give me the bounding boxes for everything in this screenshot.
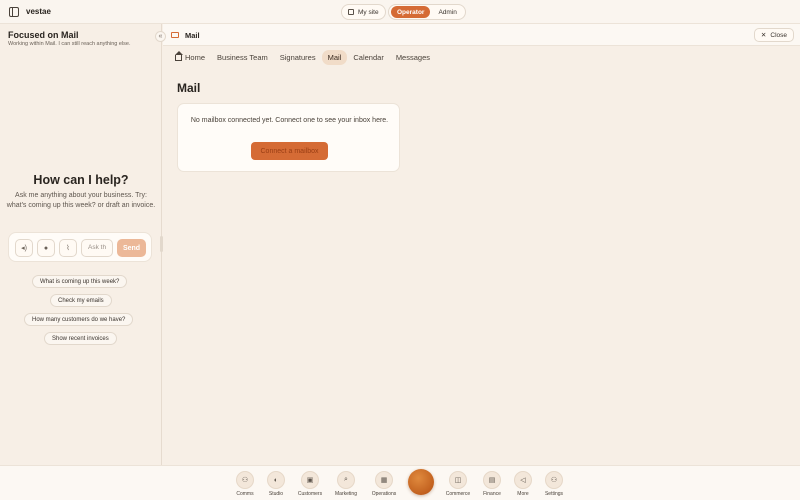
chat-composer: ◂) ● ⌇ Ask th Send — [8, 232, 152, 262]
dock-item-settings[interactable]: ⚇ Settings — [542, 471, 566, 497]
send-button[interactable]: Send — [117, 239, 146, 257]
collapse-panel-button[interactable]: « — [155, 31, 166, 42]
tab-signatures[interactable]: Signatures — [274, 50, 322, 65]
people-icon: ⚇ — [236, 471, 254, 489]
suggestion-chip[interactable]: What is coming up this week? — [32, 275, 128, 288]
tab-business-team[interactable]: Business Team — [211, 50, 274, 65]
chat-input[interactable]: Ask th — [81, 239, 113, 257]
external-link-icon — [348, 9, 354, 15]
shopping-bag-icon: ◫ — [449, 471, 467, 489]
connect-mailbox-button[interactable]: Connect a mailbox — [251, 142, 328, 160]
my-site-button[interactable]: My site — [341, 4, 386, 20]
operator-mode-button[interactable]: Operator — [391, 6, 431, 18]
dock-label: Settings — [544, 491, 564, 497]
my-site-label: My site — [358, 8, 379, 16]
bottom-dock: ⚇ Comms ◐ Studio ▣ Customers ⌕ Marketing… — [0, 465, 800, 500]
suggestion-chip[interactable]: Check my emails — [50, 294, 112, 307]
speaker-icon[interactable]: ◂) — [15, 239, 33, 257]
mail-icon — [171, 32, 179, 38]
main-area: Mail ✕ Close Home Business Team Signatur… — [163, 24, 800, 465]
page-title: Mail — [177, 81, 201, 95]
dock-item-customers[interactable]: ▣ Customers — [298, 471, 322, 497]
chat-title: Focused on Mail — [8, 30, 79, 40]
search-icon: ⌕ — [337, 471, 355, 489]
suggestion-chip[interactable]: Show recent invoices — [44, 332, 117, 345]
sidebar-toggle-icon[interactable] — [9, 7, 19, 17]
suggestion-chip[interactable]: How many customers do we have? — [24, 313, 134, 326]
help-title: How can I help? — [33, 173, 129, 187]
tab-messages[interactable]: Messages — [390, 50, 436, 65]
tab-home[interactable]: Home — [169, 50, 211, 65]
assistant-orb[interactable] — [408, 469, 434, 495]
document-icon: ▤ — [483, 471, 501, 489]
attach-icon[interactable]: ⌇ — [59, 239, 77, 257]
dock-label: Operations — [371, 491, 397, 497]
chat-subtitle: Working within Mail. I can still reach a… — [8, 41, 131, 47]
empty-state-message: No mailbox connected yet. Connect one to… — [190, 117, 389, 124]
dock-item-commerce[interactable]: ◫ Commerce — [446, 471, 470, 497]
users-settings-icon: ⚇ — [545, 471, 563, 489]
dock-item-marketing[interactable]: ⌕ Marketing — [334, 471, 358, 497]
help-text: Ask me anything about your business. Try… — [6, 192, 156, 209]
megaphone-icon: ◁ — [514, 471, 532, 489]
header-title: Mail — [185, 31, 200, 40]
section-tabs: Home Business Team Signatures Mail Calen… — [169, 49, 436, 65]
assistant-panel: Focused on Mail Working within Mail. I c… — [0, 24, 166, 465]
close-button[interactable]: ✕ Close — [753, 28, 794, 42]
tab-home-label: Home — [185, 52, 206, 62]
close-label: Close — [770, 31, 787, 39]
tab-calendar[interactable]: Calendar — [347, 50, 389, 65]
top-bar: vestae My site Operator Admin — [0, 0, 800, 24]
dock-item-studio[interactable]: ◐ Studio — [264, 471, 288, 497]
mode-switch: Operator Admin — [388, 4, 466, 20]
microphone-icon[interactable]: ● — [37, 239, 55, 257]
empty-state-card: No mailbox connected yet. Connect one to… — [177, 103, 400, 172]
calendar-icon: ▦ — [375, 471, 393, 489]
close-icon: ✕ — [760, 32, 767, 39]
panel-resize-handle[interactable] — [160, 236, 163, 252]
brand-name[interactable]: vestae — [26, 7, 51, 16]
admin-mode-button[interactable]: Admin — [432, 6, 462, 18]
contact-card-icon: ▣ — [301, 471, 319, 489]
dock-item-operations[interactable]: ▦ Operations — [372, 471, 396, 497]
palette-icon: ◐ — [267, 471, 285, 489]
home-icon — [175, 51, 183, 61]
main-header: Mail ✕ Close — [163, 24, 800, 46]
tab-mail[interactable]: Mail — [321, 49, 348, 65]
